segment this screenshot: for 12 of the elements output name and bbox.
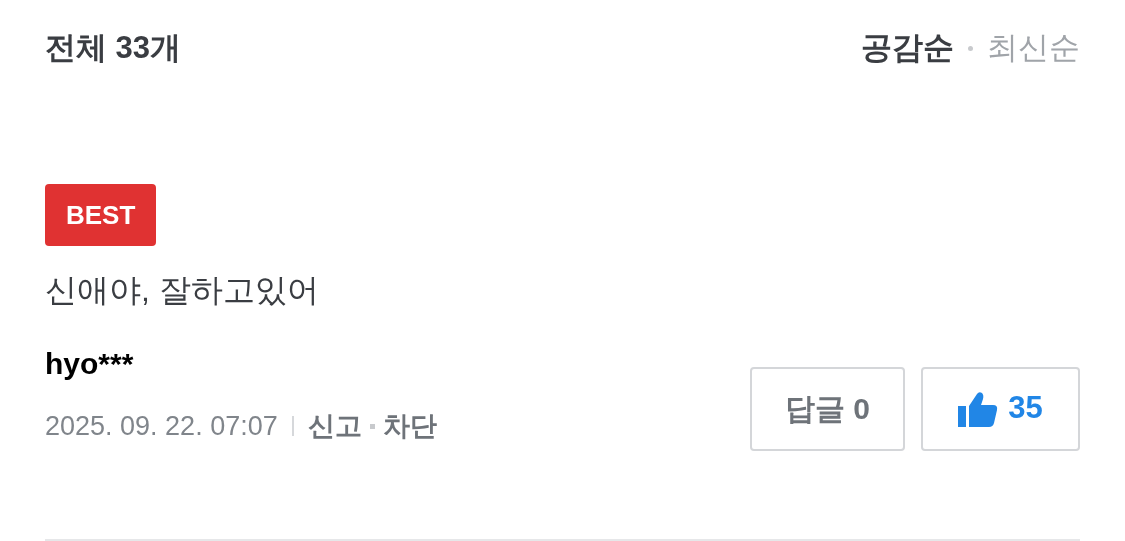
comment-action-link[interactable]: 차단	[382, 406, 437, 447]
comment-count-title: 전체 33개	[45, 28, 182, 67]
like-button[interactable]: 35	[921, 366, 1080, 451]
best-badge: BEST	[45, 184, 157, 246]
sort-option[interactable]: 최신순	[987, 24, 1080, 72]
sort-option[interactable]: 공감순	[861, 24, 954, 72]
comment-date: 2025. 09. 22. 07:07	[45, 410, 278, 444]
author-name: hyo***	[45, 346, 135, 382]
thumbs-up-icon	[958, 390, 999, 427]
comment-text: 신애야, 잘하고있어	[45, 271, 320, 310]
comment-action-link[interactable]: 신고	[307, 406, 362, 447]
reply-button[interactable]: 답글 0	[750, 366, 905, 451]
